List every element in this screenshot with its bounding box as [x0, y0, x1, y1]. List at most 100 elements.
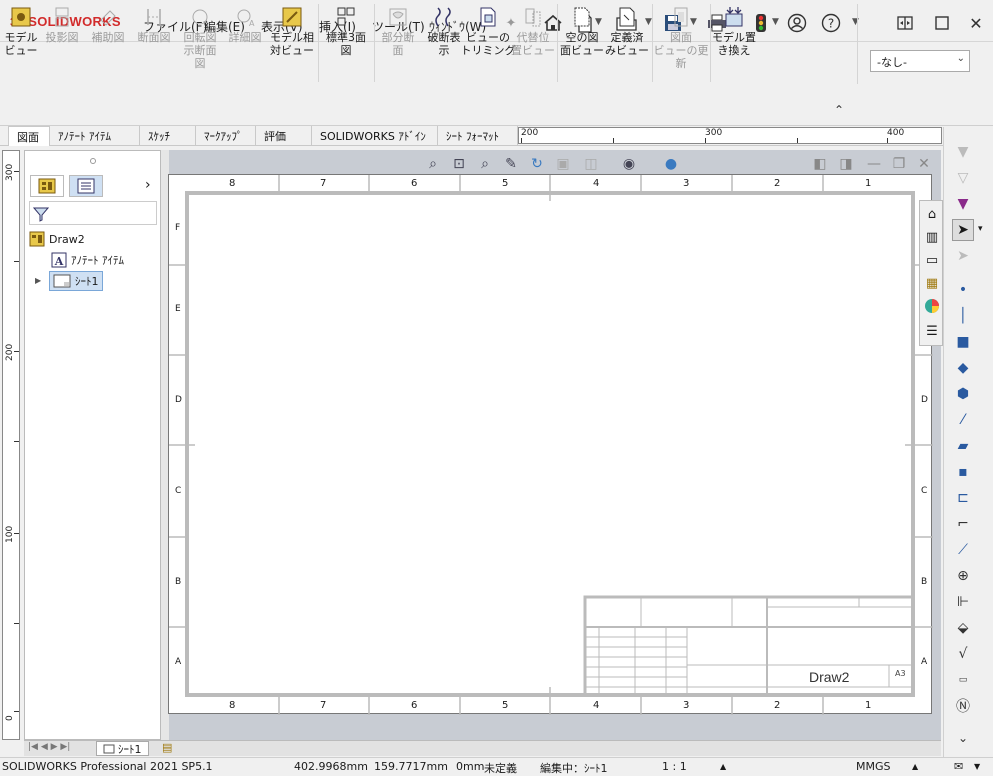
tab-annotation[interactable]: ｱﾉﾃｰﾄ ｱｲﾃﾑ	[50, 126, 140, 146]
filter-geometric-tolerance-icon[interactable]: √	[952, 643, 974, 665]
break-button[interactable]: 破断表 示	[422, 5, 466, 83]
filter-toggle-icon[interactable]: ▽	[952, 167, 974, 189]
zoom-previous-icon[interactable]: ⌕	[475, 154, 495, 174]
feedback-dropdown-icon[interactable]: ▼	[974, 762, 980, 771]
drawing-sheet[interactable]: 8 7 6 5 4 3 2 1 8 7 6 5 4 3 2 1 F E D C …	[168, 174, 933, 715]
filter-vertices-icon[interactable]: •	[952, 279, 974, 301]
tab-markup[interactable]: ﾏｰｸｱｯﾌﾟ	[196, 126, 256, 146]
window-restore-icon[interactable]: ❐	[889, 154, 909, 174]
filter-surface-finish-icon[interactable]: ⬙	[952, 617, 974, 639]
ribbon-separator	[857, 4, 858, 84]
layer-select[interactable]: -なし- ⌄	[870, 50, 970, 72]
select-cursor-icon[interactable]: ➤	[952, 219, 974, 241]
replace-model-button[interactable]: モデル置 き換え	[712, 5, 756, 83]
filter-dimensions-icon[interactable]: ⊩	[952, 591, 974, 613]
home-icon[interactable]: ⌂	[922, 204, 942, 224]
filter-sketch-segments-icon[interactable]: ⊏	[952, 487, 974, 509]
filter-faces-icon[interactable]: ■	[952, 331, 974, 353]
maximize-icon[interactable]	[927, 10, 957, 36]
select-dropdown-icon[interactable]: ▾	[978, 224, 983, 234]
status-scale[interactable]: 1 : 1	[662, 760, 687, 773]
custom-properties-icon[interactable]: ☰	[922, 321, 942, 341]
tree-item-sheet[interactable]: ｼｰﾄ1	[49, 271, 103, 291]
selection-tool-icon[interactable]: ➤	[952, 245, 974, 267]
window-next-icon[interactable]: ◨	[836, 154, 856, 174]
user-account-icon[interactable]	[784, 12, 810, 34]
section-view-hud-icon[interactable]: ▣	[553, 154, 573, 174]
window-minimize-icon[interactable]: —	[864, 154, 884, 174]
expand-toolbar-icon[interactable]: ⌄	[952, 727, 974, 749]
scale-dropdown-icon[interactable]: ▲	[720, 762, 726, 771]
crop-view-button[interactable]: ビューの トリミング	[461, 5, 516, 83]
model-view-button[interactable]: モデル ビュー	[2, 5, 40, 83]
projected-view-button[interactable]: 投影図	[40, 5, 84, 83]
filter-datum-icon[interactable]: Ⓝ	[952, 695, 974, 717]
help-icon[interactable]: ?	[818, 12, 844, 34]
units-dropdown-icon[interactable]: ▲	[912, 762, 918, 771]
restore-panes-icon[interactable]	[890, 10, 920, 36]
view-orientation-icon[interactable]: ✎	[501, 154, 521, 174]
row-label: D	[175, 395, 182, 405]
display-style-icon[interactable]: ◫	[581, 154, 601, 174]
appearances-icon[interactable]	[922, 296, 942, 316]
auxiliary-view-button[interactable]: 補助図	[86, 5, 130, 83]
filter-solid-bodies-icon[interactable]: ⬢	[952, 383, 974, 405]
panel-grip-icon[interactable]	[90, 158, 96, 164]
status-units[interactable]: MMGS	[856, 760, 891, 773]
standard-3-view-button[interactable]: 標準3面 図	[320, 5, 372, 83]
file-explorer-icon[interactable]: ▭	[922, 250, 942, 270]
add-sheet-icon[interactable]: ▤	[162, 741, 172, 754]
filter-edges-icon[interactable]: │	[952, 305, 974, 327]
filter-surface-bodies-icon[interactable]: ◆	[952, 357, 974, 379]
alternate-position-view-button[interactable]: 代替位 置ビュー	[510, 5, 556, 83]
tab-evaluate[interactable]: 評価	[256, 126, 312, 146]
filter-planes-icon[interactable]: ▰	[952, 435, 974, 457]
appearance-sphere-icon[interactable]: ●	[661, 154, 681, 174]
rebuild-dropdown-icon[interactable]: ▼	[772, 17, 779, 27]
filter-icon[interactable]: ▼	[952, 141, 974, 163]
predefined-view-button[interactable]: 定義済 みビュー	[604, 5, 650, 83]
broken-out-section-button[interactable]: 部分断 面	[376, 5, 420, 83]
view-palette-icon[interactable]: ▦	[922, 273, 942, 293]
tab-sketch[interactable]: ｽｹｯﾁ	[140, 126, 196, 146]
filter-midpoints-icon[interactable]: ⌐	[952, 513, 974, 535]
model-view-label: モデル ビュー	[4, 31, 38, 57]
close-icon[interactable]: ✕	[961, 10, 991, 36]
tab-sheet-format[interactable]: ｼｰﾄ ﾌｫｰﾏｯﾄ	[438, 126, 518, 146]
feature-manager-tab[interactable]	[30, 175, 64, 197]
property-manager-tab[interactable]	[69, 175, 103, 197]
tab-drawing[interactable]: 図面	[8, 126, 50, 146]
aligned-section-view-button[interactable]: 回転図 示断面 図	[177, 5, 223, 83]
tab-addins[interactable]: SOLIDWORKS ｱﾄﾞｲﾝ	[312, 126, 438, 146]
sheet-tab-bar: |◀ ◀ ▶ ▶| ｼｰﾄ1 ▤	[24, 740, 941, 756]
filter-drawing-views-icon[interactable]: ▼	[952, 193, 974, 215]
expand-icon[interactable]: ▶	[35, 276, 41, 285]
hide-show-icon[interactable]: ◉	[619, 154, 639, 174]
section-view-button[interactable]: 断面図	[132, 5, 176, 83]
tree-item-annotations[interactable]: A ｱﾉﾃｰﾄ ｱｲﾃﾑ	[51, 252, 124, 268]
filter-centerlines-icon[interactable]: ⊕	[952, 565, 974, 587]
zoom-to-fit-icon[interactable]: ⌕	[423, 154, 443, 174]
collapse-ribbon-icon[interactable]: ⌃	[834, 103, 844, 117]
detail-view-button[interactable]: A 詳細図	[224, 5, 266, 83]
window-prev-icon[interactable]: ◧	[810, 154, 830, 174]
ruler-label: 200	[5, 343, 15, 361]
update-views-button[interactable]: 図面 ビューの更 新	[654, 5, 709, 83]
rotate-icon[interactable]: ↻	[527, 154, 547, 174]
sheet-tab[interactable]: ｼｰﾄ1	[96, 741, 149, 756]
chevron-right-icon[interactable]: ›	[145, 177, 151, 193]
filter-notes-icon[interactable]: ▭	[952, 669, 974, 691]
filter-sketch-points-icon[interactable]: ▪	[952, 461, 974, 483]
tree-filter-input[interactable]	[29, 201, 157, 225]
relative-view-button[interactable]: モデル相 対ビュー	[268, 5, 316, 83]
tree-root-drawing[interactable]: Draw2	[29, 231, 85, 247]
zoom-to-area-icon[interactable]: ⊡	[449, 154, 469, 174]
filter-center-marks-icon[interactable]: ⟋	[952, 539, 974, 561]
feedback-icon[interactable]: ✉	[954, 760, 963, 773]
crop-view-label: ビューの トリミング	[460, 31, 516, 57]
window-close-icon[interactable]: ✕	[914, 154, 934, 174]
empty-view-button[interactable]: 空の図 面ビュー	[560, 5, 604, 83]
filter-axes-icon[interactable]: ⁄	[952, 409, 974, 431]
design-library-icon[interactable]: ▥	[922, 227, 942, 247]
sheet-nav-first-icon[interactable]: |◀ ◀ ▶ ▶|	[28, 742, 70, 752]
